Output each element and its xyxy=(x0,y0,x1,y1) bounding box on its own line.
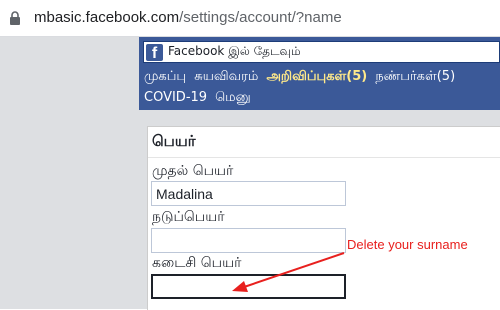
lock-icon[interactable] xyxy=(8,10,22,26)
section-title: பெயர் xyxy=(152,132,196,150)
url-host: mbasic.facebook.com xyxy=(34,9,180,26)
last-name-label: கடைசி பெயர் xyxy=(152,255,242,271)
browser-address-bar[interactable]: mbasic.facebook.com/settings/account/?na… xyxy=(0,0,500,37)
facebook-logo-icon[interactable]: f xyxy=(146,44,163,61)
search-input[interactable]: Facebook இல் தேடவும் xyxy=(168,44,301,60)
nav-covid[interactable]: COVID-19 xyxy=(144,90,207,105)
facebook-header: f Facebook இல் தேடவும் முகப்பு சுயவிவரம்… xyxy=(139,37,500,110)
search-bar[interactable]: f Facebook இல் தேடவும் xyxy=(143,41,500,63)
name-settings-panel: பெயர் முதல் பெயர் நடுப்பெயர் கடைசி பெயர் xyxy=(147,126,500,310)
nav-home[interactable]: முகப்பு xyxy=(144,69,186,84)
nav-row-secondary: COVID-19 மெனு xyxy=(144,88,259,108)
middle-name-label: நடுப்பெயர் xyxy=(152,209,225,225)
divider xyxy=(148,157,500,158)
first-name-field[interactable] xyxy=(151,181,346,206)
nav-row: முகப்பு சுயவிவரம் அறிவிப்புகள்(5) நண்பர்… xyxy=(144,67,500,87)
page-left-gutter xyxy=(0,37,139,309)
nav-friends[interactable]: நண்பர்கள்(5) xyxy=(375,69,455,84)
nav-menu[interactable]: மெனு xyxy=(215,90,251,105)
url-path: /settings/account/?name xyxy=(179,9,342,26)
nav-profile[interactable]: சுயவிவரம் xyxy=(194,69,258,84)
middle-name-field[interactable] xyxy=(151,228,346,253)
first-name-label: முதல் பெயர் xyxy=(152,163,234,179)
url-text[interactable]: mbasic.facebook.com/settings/account/?na… xyxy=(34,9,342,26)
nav-notifications[interactable]: அறிவிப்புகள்(5) xyxy=(266,69,367,84)
annotation-text: Delete your surname xyxy=(347,237,468,252)
last-name-field[interactable] xyxy=(151,274,346,299)
